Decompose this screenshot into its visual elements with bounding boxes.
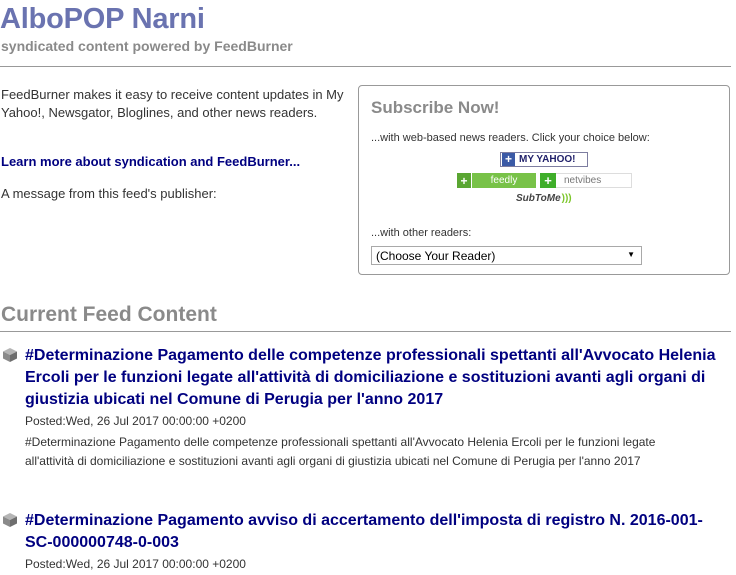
myyahoo-label: MY YAHOO! [519, 154, 576, 165]
intro-text: FeedBurner makes it easy to receive cont… [1, 87, 344, 120]
feed-subtitle: syndicated content powered by FeedBurner [1, 38, 293, 54]
feed-title: AlboPOP Narni [0, 3, 205, 35]
learn-more-link[interactable]: Learn more about syndication and FeedBur… [1, 154, 300, 169]
publisher-message: A message from this feed's publisher: [1, 186, 217, 201]
reader-select-value: (Choose Your Reader) [376, 248, 496, 263]
web-readers-instructions: ...with web-based news readers. Click yo… [371, 132, 650, 144]
subscribe-title: Subscribe Now! [371, 98, 500, 117]
subtome-waves-icon: ))) [561, 193, 572, 204]
feed-item-date: Posted:Wed, 26 Jul 2017 00:00:00 +0200 [25, 414, 246, 428]
feed-item-title-link[interactable]: #Determinazione Pagamento delle competen… [25, 345, 725, 411]
feed-item-date: Posted:Wed, 26 Jul 2017 00:00:00 +0200 [25, 557, 246, 571]
reader-select[interactable]: (Choose Your Reader) ▼ [371, 246, 642, 265]
cube-icon [3, 513, 17, 527]
feed-content-heading: Current Feed Content [1, 303, 217, 326]
chevron-down-icon: ▼ [627, 250, 635, 259]
plus-icon: + [502, 153, 515, 166]
subtome-button[interactable]: SubToMe))) [516, 193, 572, 204]
add-to-myyahoo-button[interactable]: + MY YAHOO! [500, 152, 588, 167]
content-divider [0, 331, 731, 332]
subscribe-panel: Subscribe Now! ...with web-based news re… [358, 85, 730, 275]
plus-icon: + [457, 173, 472, 188]
feed-item-title-link[interactable]: #Determinazione Pagamento avviso di acce… [25, 510, 725, 554]
subtome-label: SubToMe [516, 193, 561, 204]
feedly-label: feedly [490, 175, 518, 186]
netvibes-label: netvibes [564, 175, 602, 186]
plus-icon: + [540, 173, 556, 188]
header-divider [0, 66, 731, 67]
add-to-feedly-button[interactable]: + feedly [457, 173, 536, 188]
feed-item-body: #Determinazione Pagamento delle competen… [25, 435, 656, 468]
cube-icon [3, 348, 17, 362]
other-readers-instructions: ...with other readers: [371, 227, 472, 239]
add-to-netvibes-button[interactable]: + netvibes [540, 173, 632, 188]
